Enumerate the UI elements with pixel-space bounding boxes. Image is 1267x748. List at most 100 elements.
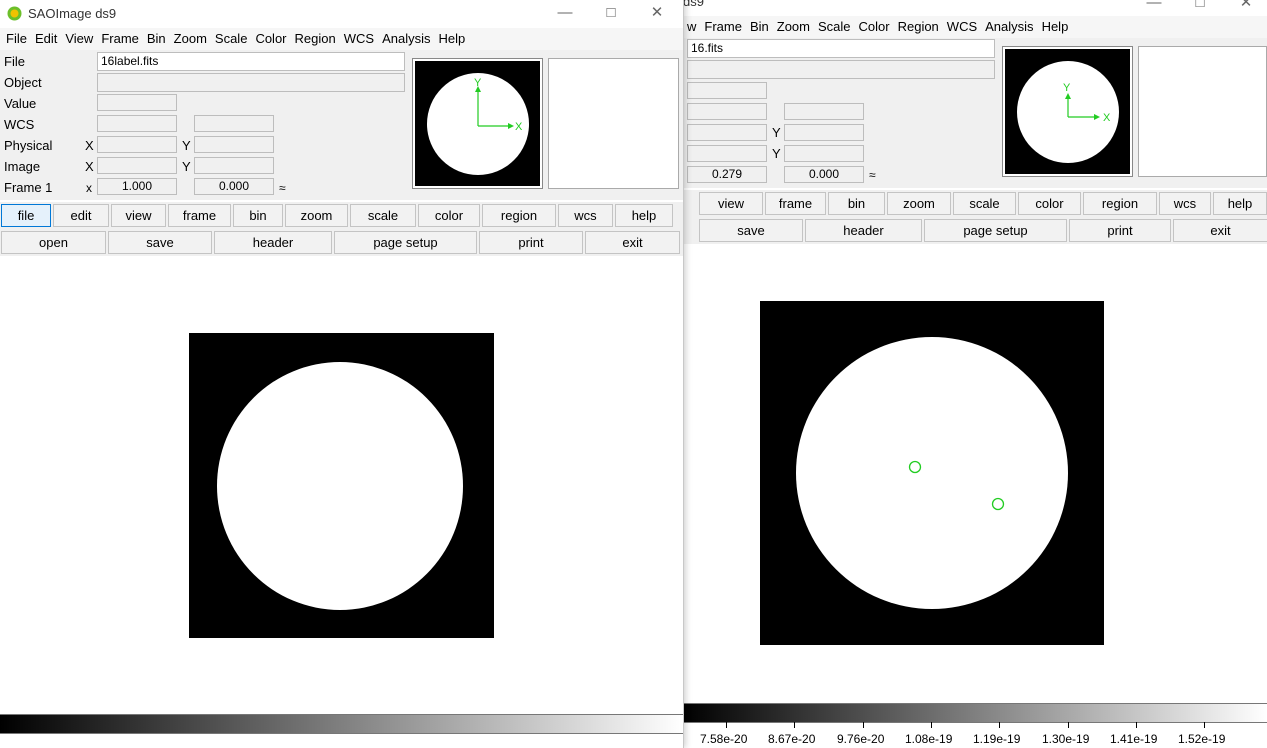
back-menu-wcs[interactable]: WCS <box>943 16 981 38</box>
back-menu-color[interactable]: Color <box>855 16 894 38</box>
colorbar-tick-label: 1.08e-19 <box>905 732 953 746</box>
back-physical-x-field[interactable] <box>687 124 767 141</box>
back-view-button[interactable]: view <box>699 192 763 215</box>
front-menu-file[interactable]: File <box>2 28 31 50</box>
maximize-icon[interactable]: □ <box>1177 0 1223 14</box>
back-file-field[interactable]: 16.fits <box>687 39 995 58</box>
front-menu-analysis[interactable]: Analysis <box>378 28 434 50</box>
front-image-canvas[interactable] <box>0 258 683 713</box>
back-colorbar[interactable] <box>683 703 1267 723</box>
back-wcs-y-field[interactable] <box>784 103 864 120</box>
front-button-row-sub: open save header page setup print exit <box>0 229 683 256</box>
back-frame-button[interactable]: frame <box>765 192 826 215</box>
back-object-field[interactable] <box>687 60 995 79</box>
back-menu-zoom[interactable]: Zoom <box>773 16 814 38</box>
maximize-icon[interactable]: □ <box>588 2 634 24</box>
back-print-button[interactable]: print <box>1069 219 1171 242</box>
back-menu-help[interactable]: Help <box>1038 16 1073 38</box>
back-image-x-field[interactable] <box>687 145 767 162</box>
back-value-field[interactable] <box>687 82 767 99</box>
minimize-icon[interactable]: — <box>1131 0 1177 14</box>
front-ds9-window: SAOImage ds9 — □ ✕ File Edit View Frame Bin Z… <box>0 0 684 748</box>
front-menu-frame[interactable]: Frame <box>97 28 143 50</box>
image-x-field[interactable] <box>97 157 177 174</box>
image-y-field[interactable] <box>194 157 274 174</box>
back-help-button[interactable]: help <box>1213 192 1267 215</box>
back-image-svg <box>760 301 1104 645</box>
front-page-setup-button[interactable]: page setup <box>334 231 477 254</box>
back-frame-y-field[interactable]: 0.000 <box>784 166 864 183</box>
frame-x-field[interactable]: 1.000 <box>97 178 177 195</box>
front-header-button[interactable]: header <box>214 231 332 254</box>
front-color-button[interactable]: color <box>418 204 480 227</box>
back-frame-x-field[interactable]: 0.279 <box>687 166 767 183</box>
back-menu-w[interactable]: w <box>683 16 700 38</box>
back-menu-scale[interactable]: Scale <box>814 16 855 38</box>
front-menu-zoom[interactable]: Zoom <box>170 28 211 50</box>
value-field[interactable] <box>97 94 177 111</box>
image-label: Image <box>4 159 41 174</box>
front-menu-view[interactable]: View <box>61 28 97 50</box>
back-header-button[interactable]: header <box>805 219 922 242</box>
front-edit-button[interactable]: edit <box>53 204 109 227</box>
front-print-button[interactable]: print <box>479 231 583 254</box>
front-save-button[interactable]: save <box>108 231 212 254</box>
file-field[interactable]: 16label.fits <box>97 52 405 71</box>
front-image-disk <box>217 362 463 610</box>
back-panner[interactable]: Y X <box>1002 46 1133 177</box>
back-image-canvas[interactable] <box>683 246 1267 701</box>
front-menu-wcs[interactable]: WCS <box>340 28 378 50</box>
back-color-button[interactable]: color <box>1018 192 1081 215</box>
back-menu-region[interactable]: Region <box>894 16 943 38</box>
front-menu-bin[interactable]: Bin <box>143 28 170 50</box>
back-menu-analysis[interactable]: Analysis <box>981 16 1037 38</box>
front-zoom-button[interactable]: zoom <box>285 204 348 227</box>
wcs-y-field[interactable] <box>194 115 274 132</box>
front-menu-help[interactable]: Help <box>434 28 469 50</box>
front-menu-edit[interactable]: Edit <box>31 28 61 50</box>
minimize-icon[interactable]: — <box>542 2 588 24</box>
front-help-button[interactable]: help <box>615 204 673 227</box>
close-icon[interactable]: ✕ <box>1223 0 1267 14</box>
back-menu-bin[interactable]: Bin <box>746 16 773 38</box>
front-scale-button[interactable]: scale <box>350 204 416 227</box>
object-field[interactable] <box>97 73 405 92</box>
front-panner[interactable]: Y X <box>412 58 543 189</box>
front-region-button[interactable]: region <box>482 204 556 227</box>
front-info-panel: File 16label.fits Object Value WCS Physi… <box>0 50 683 200</box>
front-title-bar[interactable]: SAOImage ds9 — □ ✕ <box>0 0 683 26</box>
physical-x-label: X <box>85 138 94 153</box>
back-panner-x-label: X <box>1103 112 1111 124</box>
back-page-setup-button[interactable]: page setup <box>924 219 1067 242</box>
front-open-button[interactable]: open <box>1 231 106 254</box>
back-wcs-button[interactable]: wcs <box>1159 192 1211 215</box>
back-menu-frame[interactable]: Frame <box>700 16 746 38</box>
back-wcs-x-field[interactable] <box>687 103 767 120</box>
front-view-button[interactable]: view <box>111 204 166 227</box>
colorbar-tick-label: 1.41e-19 <box>1110 732 1158 746</box>
wcs-x-field[interactable] <box>97 115 177 132</box>
front-menu-region[interactable]: Region <box>291 28 340 50</box>
back-physical-y-field[interactable] <box>784 124 864 141</box>
front-frame-button[interactable]: frame <box>168 204 231 227</box>
back-zoom-button[interactable]: zoom <box>887 192 951 215</box>
close-icon[interactable]: ✕ <box>634 2 680 24</box>
front-wcs-button[interactable]: wcs <box>558 204 613 227</box>
back-region-button[interactable]: region <box>1083 192 1157 215</box>
physical-x-field[interactable] <box>97 136 177 153</box>
front-menu-scale[interactable]: Scale <box>211 28 252 50</box>
frame-x-label: x <box>86 181 92 195</box>
frame-y-field[interactable]: 0.000 <box>194 178 274 195</box>
front-bin-button[interactable]: bin <box>233 204 283 227</box>
back-scale-button[interactable]: scale <box>953 192 1016 215</box>
back-bin-button[interactable]: bin <box>828 192 885 215</box>
front-exit-button[interactable]: exit <box>585 231 680 254</box>
back-image-y-field[interactable] <box>784 145 864 162</box>
back-save-button[interactable]: save <box>699 219 803 242</box>
physical-label: Physical <box>4 138 53 153</box>
front-menu-color[interactable]: Color <box>251 28 290 50</box>
back-exit-button[interactable]: exit <box>1173 219 1267 242</box>
physical-y-field[interactable] <box>194 136 274 153</box>
front-file-button[interactable]: file <box>1 204 51 227</box>
front-colorbar[interactable] <box>0 714 683 734</box>
